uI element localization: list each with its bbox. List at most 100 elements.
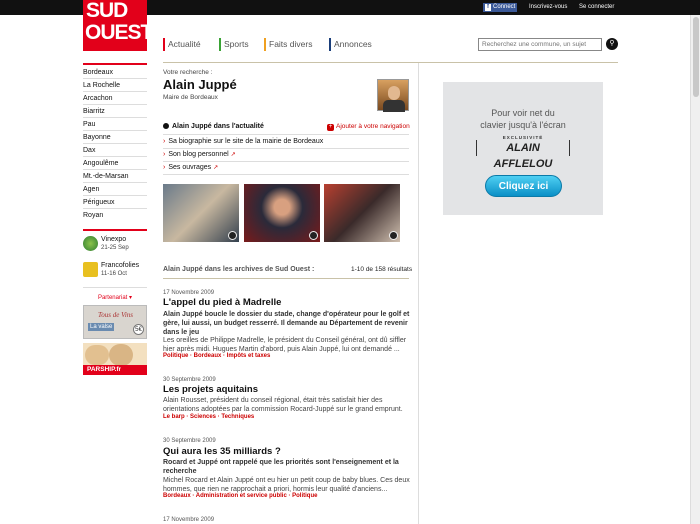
actuality-divider xyxy=(163,161,409,162)
person-role: Maire de Bordeaux xyxy=(163,94,218,101)
event-name: Vinexpo xyxy=(101,236,127,243)
actuality-link-biography[interactable]: › Sa biographie sur le site de la mairie … xyxy=(163,138,323,145)
scrollbar-thumb[interactable] xyxy=(693,17,699,97)
result-title-link[interactable]: L'appel du pied à Madrelle xyxy=(163,297,281,308)
register-link[interactable]: Inscrivez-vous xyxy=(529,3,567,12)
sidebar-item-dax[interactable]: Dax xyxy=(83,144,147,157)
facebook-connect-button[interactable]: f Connect xyxy=(483,3,517,12)
nav-label: Sports xyxy=(224,39,249,49)
event-francofolies[interactable]: Francofolies 11-16 Oct xyxy=(83,260,147,282)
nav-color-bar xyxy=(163,38,165,51)
search-input[interactable] xyxy=(478,38,602,51)
external-link-icon: ↗ xyxy=(230,152,236,158)
nav-actualite[interactable]: Actualité xyxy=(163,38,201,51)
actuality-link-label: Ses ouvrages xyxy=(168,164,212,171)
nav-divider xyxy=(163,62,618,63)
actuality-link-books[interactable]: › Ses ouvrages ↗ xyxy=(163,164,218,171)
result-date: 17 Novembre 2009 xyxy=(163,517,215,523)
facebook-icon: f xyxy=(485,4,491,11)
sud-ouest-logo[interactable]: SUD OUEST xyxy=(83,0,153,51)
nav-annonces[interactable]: Annonces xyxy=(329,38,372,51)
arrow-icon: › xyxy=(163,164,166,171)
partner-label: Partenariat ▾ xyxy=(83,294,147,301)
parship-ad-banner[interactable]: PARSHIP.fr xyxy=(83,343,147,375)
nav-sports[interactable]: Sports xyxy=(219,38,249,51)
sidebar-event-rule xyxy=(83,229,147,231)
result-title-link[interactable]: Les projets aquitains xyxy=(163,384,258,395)
actuality-divider xyxy=(163,174,409,175)
result-date: 30 Septembre 2009 xyxy=(163,438,216,444)
event-dates: 11-16 Oct xyxy=(101,271,127,277)
event-name: Francofolies xyxy=(101,262,140,269)
sidebar-item-la-rochelle[interactable]: La Rochelle xyxy=(83,79,147,92)
login-link[interactable]: Se connecter xyxy=(579,3,614,12)
nav-faits-divers[interactable]: Faits divers xyxy=(264,38,312,51)
sidebar-item-biarritz[interactable]: Biarritz xyxy=(83,105,147,118)
afflelou-ad[interactable]: Pour voir net du clavier jusqu'à l'écran… xyxy=(443,82,603,215)
photo-thumbnail[interactable] xyxy=(163,184,239,242)
francofolies-icon xyxy=(83,262,98,277)
facebook-connect-label: Connect xyxy=(493,4,516,10)
result-tags[interactable]: Bordeaux · Administration et service pub… xyxy=(163,493,317,499)
result-title-link[interactable]: Qui aura les 35 milliards ? xyxy=(163,446,281,457)
result-excerpt: Les oreilles de Philippe Madrelle, le pr… xyxy=(163,337,407,353)
ad-headline-2: clavier jusqu'à l'écran xyxy=(480,120,566,130)
sidebar-item-perigueux[interactable]: Périgueux xyxy=(83,196,147,209)
sidebar-item-angouleme[interactable]: Angoulême xyxy=(83,157,147,170)
bullet-icon xyxy=(163,123,169,129)
result-tags[interactable]: Politique · Bordeaux · Impôts et taxes xyxy=(163,353,270,359)
parship-ad-label: PARSHIP.fr xyxy=(83,365,147,375)
add-to-navigation-link[interactable]: + Ajouter à votre navigation xyxy=(327,123,410,131)
arrow-icon: › xyxy=(163,138,166,145)
result-date: 17 Novembre 2009 xyxy=(163,290,215,296)
person-photo xyxy=(377,79,409,112)
result-date: 30 Septembre 2009 xyxy=(163,377,216,383)
wine-ad-caption: La valse xyxy=(88,323,115,331)
sidebar-item-pau[interactable]: Pau xyxy=(83,118,147,131)
event-dates: 21-25 Sep xyxy=(101,245,129,251)
sidebar-item-bayonne[interactable]: Bayonne xyxy=(83,131,147,144)
sidebar-item-bordeaux[interactable]: Bordeaux xyxy=(83,66,147,79)
search-label: Votre recherche : xyxy=(163,69,213,76)
video-thumbnail[interactable] xyxy=(244,184,320,242)
microphone-icon xyxy=(389,231,398,240)
logo-line-1: SUD xyxy=(86,0,128,22)
sidebar-top-rule xyxy=(83,63,147,65)
search-button[interactable]: ⚲ xyxy=(606,38,618,50)
nav-color-bar xyxy=(219,38,221,51)
nav-label: Faits divers xyxy=(269,39,313,49)
result-excerpt: Michel Rocard et Alain Juppé ont eu hier… xyxy=(163,477,410,493)
actuality-title-text: Alain Juppé dans l'actualité xyxy=(172,123,264,130)
result-tags[interactable]: Le barp · Sciences · Techniques xyxy=(163,414,254,420)
ad-photo-man xyxy=(109,344,133,366)
arrow-icon: › xyxy=(163,151,166,158)
actuality-link-label: Sa biographie sur le site de la mairie d… xyxy=(168,138,324,145)
nav-color-bar xyxy=(329,38,331,51)
sidebar-item-mont-de-marsan[interactable]: Mt.-de-Marsan xyxy=(83,170,147,183)
result-lead: Alain Juppé boucle le dossier du stade, … xyxy=(163,311,410,336)
actuality-link-blog[interactable]: › Son blog personnel ↗ xyxy=(163,151,236,158)
page-title: Alain Juppé xyxy=(163,77,237,92)
photo-suit xyxy=(383,100,405,112)
actuality-divider xyxy=(163,134,409,135)
actuality-divider xyxy=(163,148,409,149)
ad-headline-1: Pour voir net du xyxy=(491,108,555,118)
page-scrollbar[interactable] xyxy=(690,15,700,524)
column-divider xyxy=(418,63,419,524)
archive-heading: Alain Juppé dans les archives de Sud Oue… xyxy=(163,266,315,273)
ad-click-button[interactable]: Cliquez ici xyxy=(485,175,562,197)
sidebar-item-royan[interactable]: Royan xyxy=(83,209,147,222)
camera-icon xyxy=(228,231,237,240)
sidebar-item-arcachon[interactable]: Arcachon xyxy=(83,92,147,105)
chevron-down-icon: ▾ xyxy=(129,295,133,301)
nav-label: Actualité xyxy=(168,39,201,49)
result-lead: Rocard et Juppé ont rappelé que les prio… xyxy=(163,459,399,475)
sidebar-item-agen[interactable]: Agen xyxy=(83,183,147,196)
result-excerpt: Alain Rousset, président du conseil régi… xyxy=(163,397,403,413)
globe-icon xyxy=(83,236,98,251)
wine-ad-banner[interactable]: Tous de Vins La valse 5€ xyxy=(83,305,147,339)
actuality-link-label: Son blog personnel xyxy=(168,151,229,158)
event-vinexpo[interactable]: Vinexpo 21-25 Sep xyxy=(83,234,147,256)
sidebar-divider xyxy=(83,287,147,288)
audio-thumbnail[interactable] xyxy=(324,184,400,242)
